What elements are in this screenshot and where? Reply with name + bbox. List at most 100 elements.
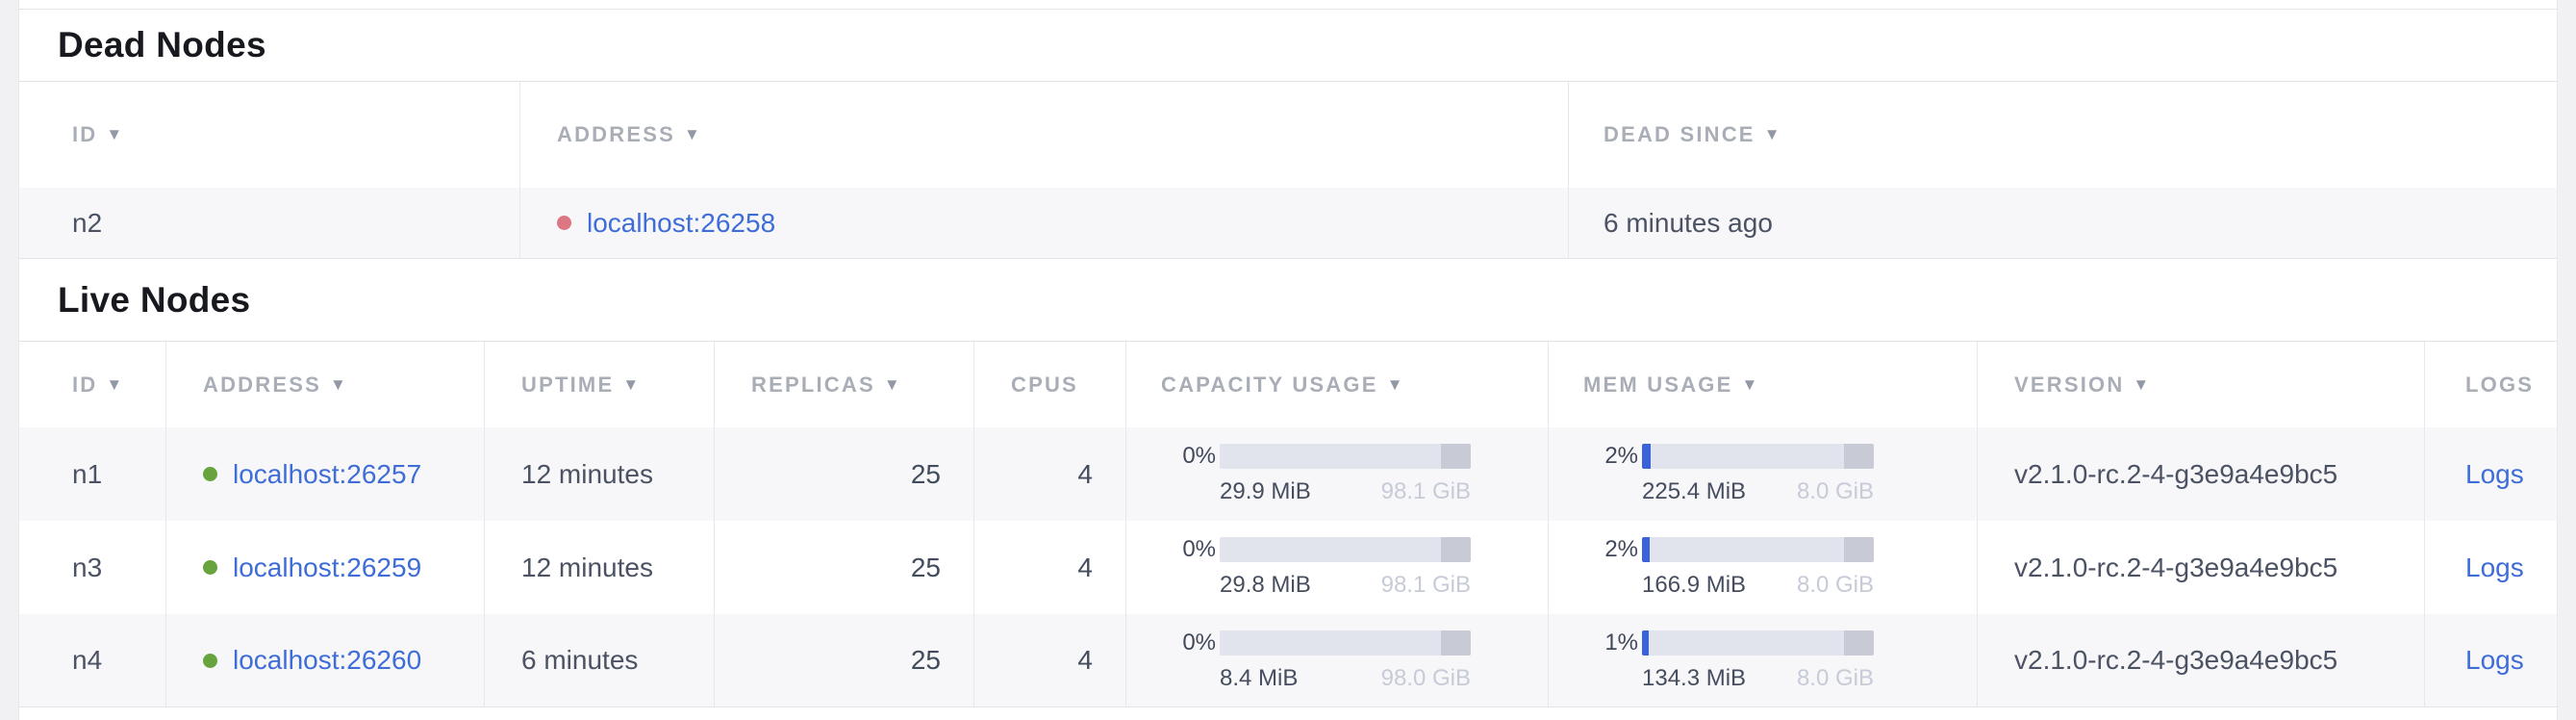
dead-nodes-title: Dead Nodes — [19, 10, 2557, 82]
mem-usage-cell: 2% 225.4 MiB 8.0 GiB — [1548, 427, 1977, 521]
capacity-total-label: 98.1 GiB — [1381, 478, 1471, 505]
dead-header-dead-since[interactable]: DEAD SINCE ▼ — [1568, 82, 2559, 188]
node-replicas: 25 — [714, 521, 973, 614]
node-address-link[interactable]: localhost:26257 — [233, 459, 421, 490]
dead-status-dot-icon — [557, 216, 571, 230]
mem-percent: 2% — [1583, 536, 1638, 563]
node-address-cell: localhost:26257 — [165, 427, 484, 521]
mem-total-label: 8.0 GiB — [1797, 665, 1874, 692]
mem-total-label: 8.0 GiB — [1797, 572, 1874, 599]
capacity-percent: 0% — [1161, 630, 1216, 656]
bar-track-segment — [1220, 444, 1441, 469]
live-nodes-title: Live Nodes — [19, 259, 2557, 342]
mem-usage-bar — [1642, 537, 1874, 562]
bar-reserved-segment — [1441, 630, 1471, 656]
live-header-replicas[interactable]: REPLICAS ▼ — [714, 342, 973, 427]
mem-usage-bar — [1642, 444, 1874, 469]
sort-arrow-icon: ▼ — [330, 375, 348, 395]
capacity-usage-cell: 0% 29.8 MiB 98.1 GiB — [1125, 521, 1548, 614]
mem-usage-cell: 2% 166.9 MiB 8.0 GiB — [1548, 521, 1977, 614]
mem-percent: 1% — [1583, 630, 1638, 656]
sort-arrow-icon: ▼ — [106, 375, 124, 395]
logs-link[interactable]: Logs — [2465, 553, 2524, 583]
node-version: v2.1.0-rc.2-4-g3e9a4e9bc5 — [1977, 614, 2424, 707]
capacity-usage-bar — [1220, 537, 1471, 562]
sort-arrow-icon: ▼ — [1764, 125, 1782, 144]
capacity-usage-cell: 0% 29.9 MiB 98.1 GiB — [1125, 427, 1548, 521]
mem-used-label: 166.9 MiB — [1642, 572, 1746, 599]
node-uptime: 12 minutes — [484, 427, 714, 521]
capacity-total-label: 98.0 GiB — [1381, 665, 1471, 692]
node-address-cell: localhost:26259 — [165, 521, 484, 614]
node-cpus: 4 — [973, 614, 1125, 707]
bar-track-segment — [1220, 630, 1441, 656]
node-address-cell: localhost:26260 — [165, 614, 484, 707]
dead-header-address[interactable]: ADDRESS ▼ — [519, 82, 1568, 188]
live-header-version[interactable]: VERSION ▼ — [1977, 342, 2424, 427]
live-nodes-header-row: ID ▼ ADDRESS ▼ UPTIME ▼ REPLICAS ▼ CPUS … — [19, 342, 2557, 427]
node-address-link[interactable]: localhost:26258 — [587, 208, 775, 239]
node-logs-cell: Logs — [2424, 614, 2559, 707]
node-id: n4 — [19, 614, 165, 707]
capacity-total-label: 98.1 GiB — [1381, 572, 1471, 599]
bar-track-segment — [1651, 444, 1844, 469]
capacity-percent: 0% — [1161, 443, 1216, 470]
node-replicas: 25 — [714, 427, 973, 521]
bar-track-segment — [1650, 537, 1844, 562]
capacity-percent: 0% — [1161, 536, 1216, 563]
node-dead-since: 6 minutes ago — [1568, 188, 2559, 258]
top-divider — [19, 0, 2557, 10]
node-id: n3 — [19, 521, 165, 614]
node-version: v2.1.0-rc.2-4-g3e9a4e9bc5 — [1977, 521, 2424, 614]
live-status-dot-icon — [203, 654, 217, 668]
sort-arrow-icon: ▼ — [1741, 375, 1759, 395]
bar-reserved-segment — [1441, 444, 1471, 469]
dead-nodes-header-row: ID ▼ ADDRESS ▼ DEAD SINCE ▼ — [19, 82, 2557, 188]
sort-arrow-icon: ▼ — [622, 375, 641, 395]
live-header-cpus: CPUS — [973, 342, 1125, 427]
node-uptime: 12 minutes — [484, 521, 714, 614]
live-status-dot-icon — [203, 560, 217, 575]
live-header-mem-usage[interactable]: MEM USAGE ▼ — [1548, 342, 1977, 427]
bar-track-segment — [1220, 537, 1441, 562]
node-id: n1 — [19, 427, 165, 521]
logs-link[interactable]: Logs — [2465, 645, 2524, 676]
dead-node-row: n2 localhost:26258 6 minutes ago — [19, 188, 2557, 259]
node-replicas: 25 — [714, 614, 973, 707]
live-header-logs: LOGS — [2424, 342, 2559, 427]
sort-arrow-icon: ▼ — [106, 125, 124, 144]
node-address-link[interactable]: localhost:26259 — [233, 553, 421, 583]
live-header-capacity-usage[interactable]: CAPACITY USAGE ▼ — [1125, 342, 1548, 427]
mem-used-label: 225.4 MiB — [1642, 478, 1746, 505]
node-logs-cell: Logs — [2424, 427, 2559, 521]
nodes-overview-panel: Dead Nodes ID ▼ ADDRESS ▼ DEAD SINCE ▼ n… — [18, 0, 2558, 720]
bar-used-segment — [1642, 630, 1649, 656]
bar-reserved-segment — [1844, 444, 1874, 469]
node-id: n2 — [19, 188, 519, 258]
sort-arrow-icon: ▼ — [2133, 375, 2151, 395]
node-address-cell: localhost:26258 — [519, 188, 1568, 258]
live-header-id[interactable]: ID ▼ — [19, 342, 165, 427]
live-header-address[interactable]: ADDRESS ▼ — [165, 342, 484, 427]
capacity-usage-cell: 0% 8.4 MiB 98.0 GiB — [1125, 614, 1548, 707]
sort-arrow-icon: ▼ — [684, 125, 702, 144]
capacity-used-label: 8.4 MiB — [1220, 665, 1298, 692]
logs-link[interactable]: Logs — [2465, 459, 2524, 490]
capacity-usage-bar — [1220, 444, 1471, 469]
mem-total-label: 8.0 GiB — [1797, 478, 1874, 505]
bar-used-segment — [1642, 537, 1650, 562]
node-address-link[interactable]: localhost:26260 — [233, 645, 421, 676]
mem-usage-cell: 1% 134.3 MiB 8.0 GiB — [1548, 614, 1977, 707]
bar-track-segment — [1649, 630, 1844, 656]
live-header-uptime[interactable]: UPTIME ▼ — [484, 342, 714, 427]
capacity-used-label: 29.9 MiB — [1220, 478, 1311, 505]
bar-reserved-segment — [1441, 537, 1471, 562]
live-node-row: n1 localhost:26257 12 minutes 25 4 0% 29… — [19, 427, 2557, 521]
capacity-usage-bar — [1220, 630, 1471, 656]
node-logs-cell: Logs — [2424, 521, 2559, 614]
node-cpus: 4 — [973, 427, 1125, 521]
dead-header-id[interactable]: ID ▼ — [19, 82, 519, 188]
bar-used-segment — [1642, 444, 1651, 469]
node-version: v2.1.0-rc.2-4-g3e9a4e9bc5 — [1977, 427, 2424, 521]
mem-percent: 2% — [1583, 443, 1638, 470]
